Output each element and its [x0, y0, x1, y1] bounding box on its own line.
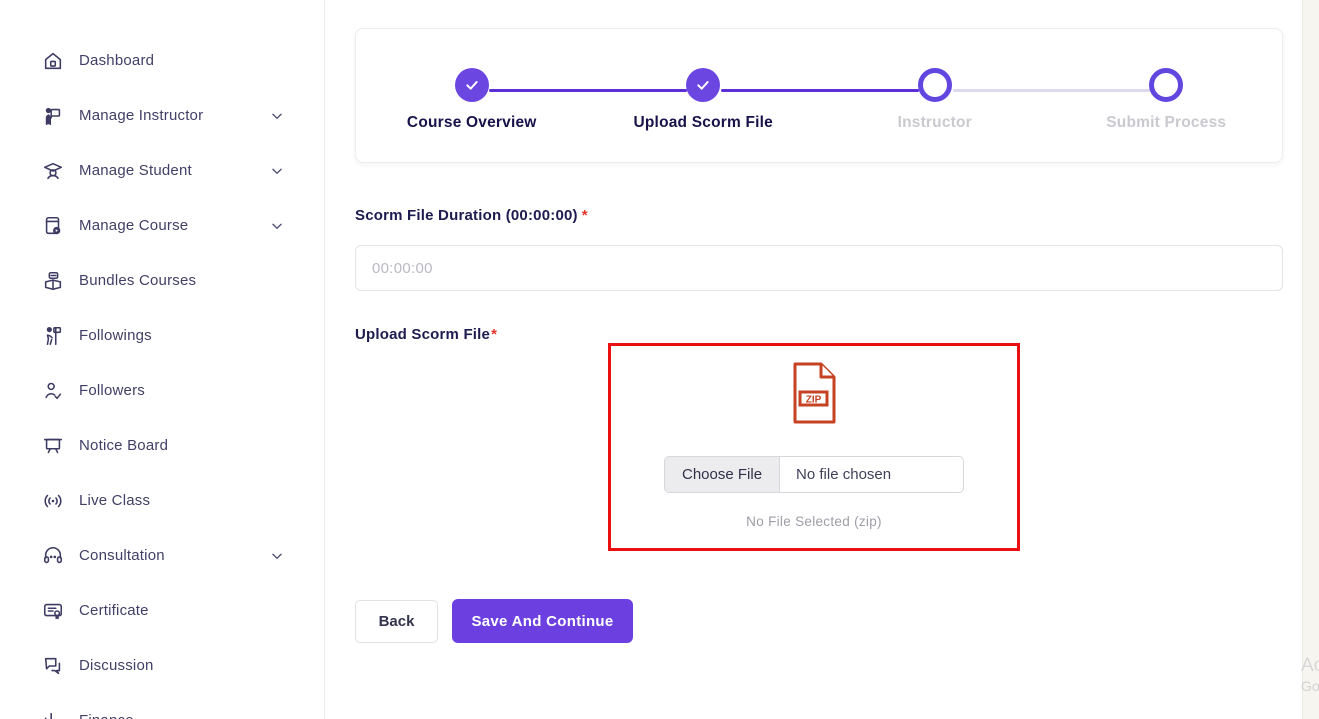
zip-badge-text: ZIP	[806, 395, 822, 406]
form-actions: Back Save And Continue	[355, 599, 633, 643]
scrollbar-track[interactable]	[1302, 0, 1319, 719]
course-icon	[42, 215, 64, 237]
watermark-line2: Go	[1301, 677, 1319, 694]
notice-board-icon	[42, 435, 64, 457]
certificate-icon	[42, 600, 64, 622]
step-upload-scorm-file[interactable]: Upload Scorm File	[588, 29, 820, 162]
sidebar: Dashboard Manage Instructor Manage Stude…	[0, 0, 325, 719]
watermark-line1: Ac	[1301, 655, 1319, 676]
sidebar-item-label: Dashboard	[79, 52, 155, 69]
sidebar-item-notice-board[interactable]: Notice Board	[0, 418, 324, 473]
required-asterisk: *	[491, 326, 498, 343]
sidebar-item-manage-course[interactable]: Manage Course	[0, 198, 324, 253]
sidebar-item-manage-student[interactable]: Manage Student	[0, 143, 324, 198]
sidebar-item-bundles-courses[interactable]: Bundles Courses	[0, 253, 324, 308]
broadcast-icon	[42, 490, 64, 512]
required-asterisk: *	[581, 207, 588, 224]
sidebar-item-label: Bundles Courses	[79, 272, 197, 289]
sidebar-item-label: Manage Instructor	[79, 107, 204, 124]
sidebar-item-consultation[interactable]: Consultation	[0, 528, 324, 583]
zip-file-icon: ZIP	[792, 362, 836, 424]
sidebar-item-label: Finance	[79, 712, 284, 719]
step-submit-process[interactable]: Submit Process	[1051, 29, 1283, 162]
duration-input[interactable]	[355, 245, 1283, 291]
check-circle-icon	[454, 67, 489, 102]
chevron-down-icon	[270, 549, 284, 563]
sidebar-item-label: Manage Student	[79, 162, 192, 179]
file-chosen-status: No file chosen	[796, 466, 892, 483]
upload-field-label: Upload Scorm File*	[355, 326, 497, 343]
chevron-down-icon	[270, 219, 284, 233]
home-icon	[42, 50, 64, 72]
sidebar-item-finance[interactable]: Finance	[0, 693, 324, 719]
discussion-icon	[42, 655, 64, 677]
sidebar-item-label: Manage Course	[79, 217, 189, 234]
sidebar-item-label: Consultation	[79, 547, 165, 564]
no-file-selected-note: No File Selected (zip)	[746, 514, 882, 529]
followings-icon	[42, 325, 64, 347]
chevron-down-icon	[270, 109, 284, 123]
empty-circle-icon	[1149, 67, 1184, 102]
empty-circle-icon	[917, 67, 952, 102]
finance-icon	[42, 710, 64, 719]
file-input[interactable]: Choose File No file chosen	[664, 456, 964, 493]
sidebar-item-label: Notice Board	[79, 437, 169, 454]
chevron-down-icon	[270, 164, 284, 178]
sidebar-item-label: Followings	[79, 327, 152, 344]
main-content: Course Overview Upload Scorm File Instru…	[325, 0, 1319, 719]
sidebar-item-manage-instructor[interactable]: Manage Instructor	[0, 88, 324, 143]
bundle-icon	[42, 270, 64, 292]
step-label: Instructor	[897, 113, 972, 131]
sidebar-item-label: Certificate	[79, 602, 149, 619]
sidebar-item-live-class[interactable]: Live Class	[0, 473, 324, 528]
step-instructor[interactable]: Instructor	[819, 29, 1051, 162]
back-button[interactable]: Back	[355, 600, 438, 643]
check-circle-icon	[686, 67, 721, 102]
followers-icon	[42, 380, 64, 402]
headset-icon	[42, 545, 64, 567]
stepper: Course Overview Upload Scorm File Instru…	[356, 29, 1282, 162]
sidebar-item-label: Followers	[79, 382, 145, 399]
sidebar-item-discussion[interactable]: Discussion	[0, 638, 324, 693]
sidebar-item-followers[interactable]: Followers	[0, 363, 324, 418]
step-course-overview[interactable]: Course Overview	[356, 29, 588, 162]
choose-file-button[interactable]: Choose File	[665, 457, 781, 492]
step-label: Submit Process	[1106, 113, 1227, 131]
upload-label-text: Upload Scorm File	[355, 326, 491, 343]
step-label: Course Overview	[406, 113, 537, 131]
save-and-continue-button[interactable]: Save And Continue	[452, 599, 633, 643]
scorm-upload-page: Dashboard Manage Instructor Manage Stude…	[0, 0, 1319, 719]
step-label: Upload Scorm File	[633, 113, 773, 131]
sidebar-item-followings[interactable]: Followings	[0, 308, 324, 363]
instructor-icon	[42, 105, 64, 127]
sidebar-item-label: Discussion	[79, 657, 154, 674]
sidebar-item-dashboard[interactable]: Dashboard	[0, 33, 324, 88]
windows-watermark: Ac Go	[1301, 655, 1319, 695]
stepper-card: Course Overview Upload Scorm File Instru…	[355, 28, 1283, 163]
student-icon	[42, 160, 64, 182]
sidebar-item-label: Live Class	[79, 492, 151, 509]
duration-label-text: Scorm File Duration (00:00:00)	[355, 207, 578, 224]
sidebar-item-certificate[interactable]: Certificate	[0, 583, 324, 638]
upload-dropzone[interactable]: ZIP Choose File No file chosen No File S…	[608, 343, 1020, 551]
duration-field-label: Scorm File Duration (00:00:00) *	[355, 207, 588, 224]
